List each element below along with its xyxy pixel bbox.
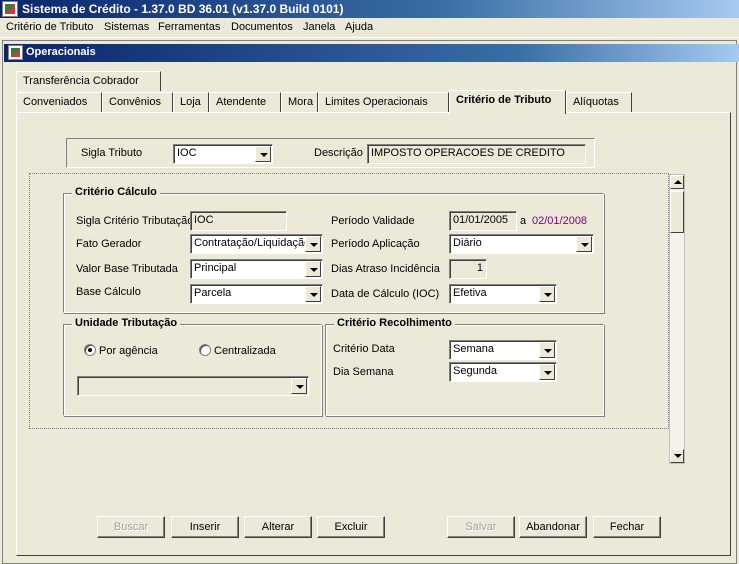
valor-base-value: Principal xyxy=(194,262,237,274)
data-calculo-select[interactable]: Efetiva xyxy=(449,284,557,304)
dias-atraso-label: Dias Atraso Incidência xyxy=(331,263,440,275)
chevron-down-icon[interactable] xyxy=(305,236,321,252)
fato-gerador-value: Contratação/Liquidação xyxy=(194,237,311,249)
radio-por-agencia[interactable] xyxy=(84,344,96,356)
vertical-scrollbar[interactable] xyxy=(669,174,685,464)
descricao-field[interactable]: IMPOSTO OPERACOES DE CREDITO xyxy=(367,144,586,164)
criterio-data-label: Critério Data xyxy=(333,343,395,355)
periodo-inicio-field[interactable]: 01/01/2005 xyxy=(449,211,517,231)
periodo-aplicacao-label: Período Aplicação xyxy=(331,238,420,250)
periodo-aplicacao-value: Diário xyxy=(453,237,482,249)
app-titlebar: Sistema de Crédito - 1.37.0 BD 36.01 (v1… xyxy=(0,0,739,18)
app-icon xyxy=(2,1,18,17)
fato-gerador-select[interactable]: Contratação/Liquidação xyxy=(190,234,323,254)
sigla-criterio-field[interactable]: IOC xyxy=(190,211,287,231)
base-calculo-value: Parcela xyxy=(194,287,232,299)
tab-convenios[interactable]: Convênios xyxy=(102,92,173,112)
criterio-data-value: Semana xyxy=(453,343,494,355)
dia-semana-value: Segunda xyxy=(453,365,498,377)
valor-base-select[interactable]: Principal xyxy=(190,259,323,279)
chevron-down-icon[interactable] xyxy=(576,236,592,252)
child-window-title: Operacionais xyxy=(26,46,96,58)
scroll-down-icon[interactable] xyxy=(670,449,684,463)
criterio-calculo-title: Critério Cálculo xyxy=(72,186,160,198)
child-window-icon xyxy=(8,45,23,60)
chevron-down-icon[interactable] xyxy=(305,261,321,277)
data-calculo-label: Data de Cálculo (IOC) xyxy=(331,288,440,300)
descricao-label: Descrição xyxy=(314,147,363,159)
base-calculo-label: Base Cálculo xyxy=(76,286,141,298)
chevron-down-icon[interactable] xyxy=(539,342,555,358)
tab-mora[interactable]: Mora xyxy=(281,92,318,112)
fato-gerador-label: Fato Gerador xyxy=(76,238,142,250)
dia-semana-select[interactable]: Segunda xyxy=(449,362,557,382)
tab-atendente[interactable]: Atendente xyxy=(209,92,281,112)
tab-transferencia-cobrador[interactable]: Transferência Cobrador xyxy=(16,71,161,91)
criterio-recolhimento-title: Critério Recolhimento xyxy=(334,317,455,329)
child-window-titlebar: Operacionais xyxy=(4,44,739,62)
periodo-separator: a xyxy=(520,215,527,227)
sigla-tributo-label: Sigla Tributo xyxy=(81,147,143,159)
periodo-aplicacao-select[interactable]: Diário xyxy=(449,234,594,254)
inserir-button[interactable]: Inserir xyxy=(171,516,239,538)
periodo-validade-label: Período Validade xyxy=(331,215,415,227)
menu-documentos[interactable]: Documentos xyxy=(231,21,293,33)
menu-janela[interactable]: Janela xyxy=(303,21,335,33)
chevron-down-icon[interactable] xyxy=(539,364,555,380)
valor-base-label: Valor Base Tributada xyxy=(76,263,178,275)
menu-sistemas[interactable]: Sistemas xyxy=(104,21,149,33)
tab-criterio-tributo[interactable]: Critério de Tributo xyxy=(449,90,566,114)
scroll-up-icon[interactable] xyxy=(670,175,684,189)
excluir-button[interactable]: Excluir xyxy=(317,516,385,538)
menu-criterio-tributo[interactable]: Critério de Tributo xyxy=(6,21,93,33)
dias-atraso-field[interactable]: 1 xyxy=(449,259,487,279)
salvar-button[interactable]: Salvar xyxy=(447,516,515,538)
sigla-tributo-select[interactable]: IOC xyxy=(173,144,273,164)
chevron-down-icon[interactable] xyxy=(305,286,321,302)
menu-ferramentas[interactable]: Ferramentas xyxy=(158,21,220,33)
unidade-select[interactable] xyxy=(77,376,309,396)
abandonar-button[interactable]: Abandonar xyxy=(519,516,587,538)
tab-conveniados[interactable]: Conveniados xyxy=(16,92,102,112)
chevron-down-icon[interactable] xyxy=(539,286,555,302)
radio-centralizada[interactable] xyxy=(199,344,211,356)
menu-ajuda[interactable]: Ajuda xyxy=(345,21,373,33)
menu-bar: Critério de Tributo Sistemas Ferramentas… xyxy=(0,18,739,38)
radio-por-agencia-label[interactable]: Por agência xyxy=(99,345,158,357)
buscar-button[interactable]: Buscar xyxy=(97,516,165,538)
criterio-data-select[interactable]: Semana xyxy=(449,340,557,360)
alterar-button[interactable]: Alterar xyxy=(244,516,312,538)
data-calculo-value: Efetiva xyxy=(453,287,487,299)
periodo-fim-value: 02/01/2008 xyxy=(532,215,588,227)
tab-loja[interactable]: Loja xyxy=(173,92,209,112)
unidade-tributacao-title: Unidade Tributação xyxy=(72,317,181,329)
sigla-criterio-label: Sigla Critério Tributação xyxy=(76,215,194,227)
chevron-down-icon[interactable] xyxy=(291,378,307,394)
chevron-down-icon[interactable] xyxy=(255,146,271,162)
sigla-tributo-value: IOC xyxy=(177,147,197,159)
scroll-thumb[interactable] xyxy=(670,191,684,233)
app-title: Sistema de Crédito - 1.37.0 BD 36.01 (v1… xyxy=(22,2,344,16)
fechar-button[interactable]: Fechar xyxy=(593,516,661,538)
base-calculo-select[interactable]: Parcela xyxy=(190,284,323,304)
tab-aliquotas[interactable]: Alíquotas xyxy=(566,92,632,112)
dia-semana-label: Dia Semana xyxy=(333,366,394,378)
tab-limites-operacionais[interactable]: Limites Operacionais xyxy=(318,92,449,112)
unidade-tributacao-group: Unidade Tributação xyxy=(63,317,322,416)
radio-centralizada-label[interactable]: Centralizada xyxy=(214,345,276,357)
